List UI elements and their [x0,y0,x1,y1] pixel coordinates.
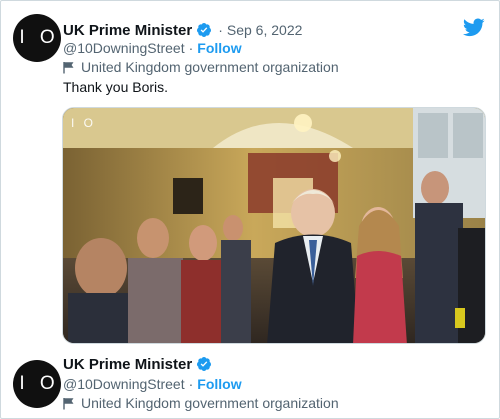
tweet-date[interactable]: Sep 6, 2022 [227,22,303,38]
verified-badge-icon [196,22,212,38]
handle[interactable]: @10DowningStreet [63,40,185,56]
handle[interactable]: @10DowningStreet [63,376,185,392]
follow-button[interactable]: Follow [197,40,241,56]
org-label[interactable]: United Kingdom government organization [81,395,339,411]
avatar[interactable]: I O [13,14,61,62]
handle-row: @10DowningStreet · Follow [63,39,242,57]
tweet: I O UK Prime Minister · Sep 6, 2022 @10D… [1,1,500,346]
video-frame-image [63,108,485,343]
avatar[interactable]: I O [13,360,61,408]
org-label-row: United Kingdom government organization [63,394,339,412]
twitter-bird-icon[interactable] [462,18,485,37]
flag-icon [63,397,75,410]
avatar-logo-text: I O [19,373,60,394]
display-name[interactable]: UK Prime Minister [63,22,192,39]
display-name[interactable]: UK Prime Minister [63,356,192,373]
header-separator: · [218,22,223,38]
handle-separator: · [188,376,194,392]
tweet-header: UK Prime Minister · Sep 6, 2022 [63,20,302,40]
video-watermark: I O [71,116,97,130]
tweet-header: UK Prime Minister [63,354,212,374]
follow-button[interactable]: Follow [197,376,241,392]
tweet: I O UK Prime Minister @10DowningStreet ·… [1,346,500,419]
verified-badge-icon [196,356,212,372]
org-label[interactable]: United Kingdom government organization [81,59,339,75]
handle-separator: · [188,40,194,56]
tweet-media-video[interactable]: I O [62,107,486,344]
embedded-tweets-frame: I O UK Prime Minister · Sep 6, 2022 @10D… [0,0,500,419]
org-label-row: United Kingdom government organization [63,58,339,76]
tweet-text: Thank you Boris. [63,79,169,95]
handle-row: @10DowningStreet · Follow [63,375,242,393]
avatar-logo-text: I O [19,27,60,48]
flag-icon [63,61,75,74]
